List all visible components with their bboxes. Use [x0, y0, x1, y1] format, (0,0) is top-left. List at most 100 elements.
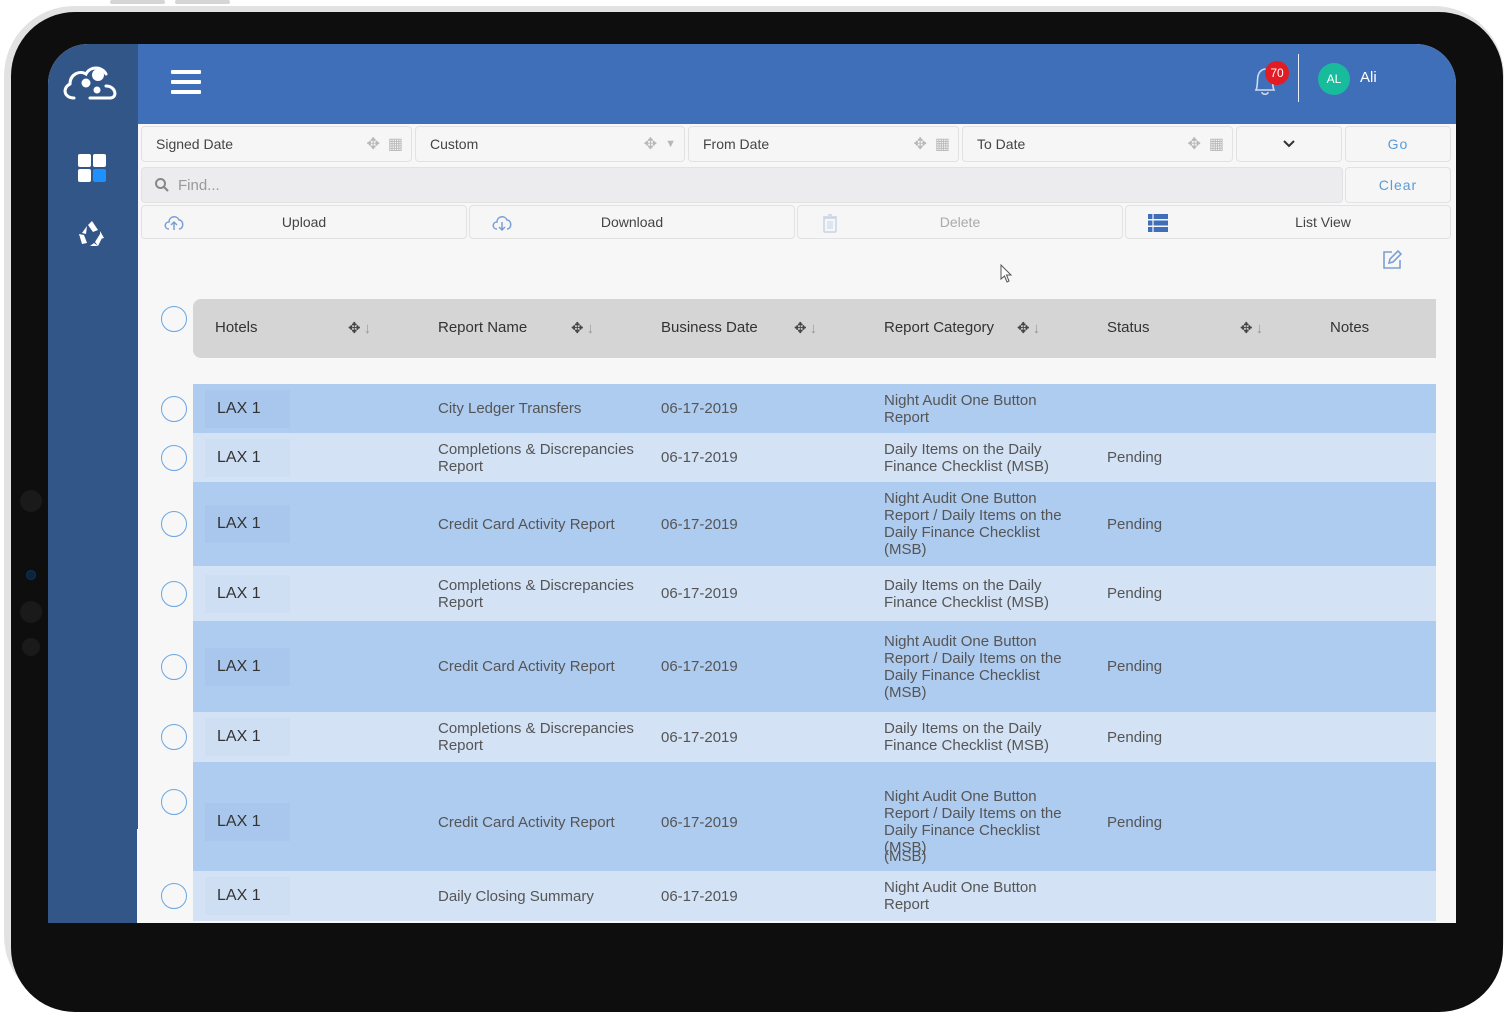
- row-checkbox[interactable]: [161, 724, 187, 750]
- sort-arrow-icon[interactable]: ↓: [810, 320, 818, 337]
- upload-button[interactable]: Upload: [141, 205, 467, 239]
- column-hotels-controls[interactable]: ✥ ↓: [348, 319, 371, 337]
- status-cell: Pending: [1107, 515, 1163, 533]
- list-view-label: List View: [1295, 214, 1351, 230]
- status-cell: Pending: [1107, 585, 1163, 602]
- business-date-cell: 06-17-2019: [661, 887, 738, 905]
- status-cell: Pending: [1107, 813, 1163, 831]
- sort-arrow-icon[interactable]: ↓: [364, 320, 372, 337]
- caret-down-icon[interactable]: ▼: [665, 138, 676, 150]
- edit-icon[interactable]: [1380, 248, 1404, 272]
- report-category-cell: Daily Items on the Daily Finance Checkli…: [884, 576, 1050, 611]
- table-row[interactable]: LAX 1 City Ledger Transfers 06-17-2019 Nigh…: [193, 384, 1436, 433]
- hotel-cell: LAX 1: [205, 877, 290, 915]
- download-label: Download: [600, 214, 664, 230]
- column-header-status[interactable]: Status: [1107, 319, 1150, 336]
- mouse-cursor-icon: [1000, 264, 1013, 283]
- expand-dropdown[interactable]: [1236, 126, 1342, 162]
- move-icon[interactable]: ✥: [644, 134, 657, 154]
- row-checkbox[interactable]: [161, 511, 187, 537]
- column-report-category-controls[interactable]: ✥ ↓: [1017, 319, 1040, 337]
- business-date-cell: 06-17-2019: [661, 515, 738, 533]
- clear-button[interactable]: Clear: [1345, 167, 1451, 203]
- upload-label: Upload: [281, 214, 327, 230]
- table-row[interactable]: LAX 1 Completions & Discrepancies Report 0…: [193, 712, 1436, 762]
- from-date-field[interactable]: From Date ✥ ▦: [688, 126, 959, 162]
- report-category-cell: Night Audit One Button Report: [884, 879, 1037, 913]
- to-date-field[interactable]: To Date ✥ ▦: [962, 126, 1233, 162]
- report-category-cell: Night Audit One Button Report / Daily It…: [884, 632, 1062, 701]
- calendar-icon[interactable]: ▦: [1209, 134, 1224, 154]
- row-checkbox[interactable]: [161, 395, 187, 422]
- sort-arrow-icon[interactable]: ↓: [1256, 320, 1264, 337]
- report-name-cell: Credit Card Activity Report: [438, 813, 615, 831]
- user-name[interactable]: Ali: [1360, 69, 1377, 86]
- table-header: Hotels ✥ ↓ Report Name ✥ ↓ Business Date ✥…: [193, 299, 1436, 358]
- top-bar: 70 AL Ali: [138, 44, 1456, 124]
- date-range-select[interactable]: Custom ✥ ▼: [415, 126, 685, 162]
- status-cell: Pending: [1107, 658, 1163, 675]
- hotel-cell: LAX 1: [205, 574, 290, 613]
- notification-badge[interactable]: 70: [1265, 61, 1289, 85]
- column-header-business-date[interactable]: Business Date: [661, 319, 758, 336]
- move-icon[interactable]: ✥: [913, 134, 926, 154]
- list-view-button[interactable]: List View: [1125, 205, 1451, 239]
- hotel-cell: LAX 1: [205, 647, 290, 686]
- row-checkbox[interactable]: [161, 883, 187, 909]
- column-header-report-category[interactable]: Report Category: [884, 319, 994, 336]
- hotel-cell: LAX 1: [205, 803, 290, 841]
- select-all-checkbox[interactable]: [161, 306, 187, 332]
- calendar-icon[interactable]: ▦: [935, 134, 950, 154]
- column-report-name-controls[interactable]: ✥ ↓: [571, 319, 594, 337]
- sort-arrow-icon[interactable]: ↓: [587, 320, 595, 337]
- menu-icon[interactable]: [171, 70, 201, 96]
- row-checkbox[interactable]: [161, 580, 187, 607]
- status-cell: Pending: [1107, 449, 1163, 466]
- move-icon[interactable]: ✥: [366, 134, 379, 154]
- hotel-cell: LAX 1: [205, 389, 290, 428]
- report-name-cell: Completions & Discrepancies Report: [438, 440, 634, 475]
- column-header-hotels[interactable]: Hotels: [215, 319, 258, 336]
- recycle-icon[interactable]: [76, 218, 108, 250]
- signed-date-label: Signed Date: [156, 136, 234, 152]
- column-header-notes[interactable]: Notes: [1330, 319, 1369, 336]
- dashboard-icon[interactable]: [76, 152, 108, 184]
- cloud-download-icon: [492, 216, 512, 232]
- table-row[interactable]: LAX 1 Credit Card Activity Report 06-17-20…: [193, 621, 1436, 712]
- list-view-icon: [1148, 214, 1168, 232]
- column-business-date-controls[interactable]: ✥ ↓: [794, 319, 817, 337]
- custom-label: Custom: [430, 136, 479, 152]
- delete-label: Delete: [939, 214, 981, 230]
- row-checkbox[interactable]: [161, 653, 187, 680]
- header-divider: [1298, 54, 1299, 102]
- table-row[interactable]: LAX 1 Completions & Discrepancies Report 0…: [193, 566, 1436, 621]
- report-category-cell: Daily Items on the Daily Finance Checkli…: [884, 440, 1050, 475]
- table-row[interactable]: LAX 1 Credit Card Activity Report 06-17-20…: [193, 762, 1436, 871]
- table-row[interactable]: LAX 1 Daily Closing Summary 06-17-2019 Nigh…: [193, 871, 1436, 921]
- search-input[interactable]: Find...: [141, 167, 1343, 203]
- column-status-controls[interactable]: ✥ ↓: [1240, 319, 1263, 337]
- sidebar-lower: [48, 829, 137, 923]
- report-category-cell: Night Audit One Button Report: [884, 391, 1037, 426]
- cloud-logo-icon[interactable]: [60, 60, 122, 104]
- go-button[interactable]: Go: [1345, 126, 1451, 162]
- search-placeholder: Find...: [178, 176, 220, 194]
- search-icon: [155, 178, 169, 192]
- sensor: [20, 490, 42, 512]
- device-button: [110, 0, 165, 4]
- report-category-cell: Daily Items on the Daily Finance Checkli…: [884, 720, 1050, 754]
- download-button[interactable]: Download: [469, 205, 795, 239]
- table-row[interactable]: LAX 1 Completions & Discrepancies Report 0…: [193, 433, 1436, 482]
- avatar[interactable]: AL: [1318, 63, 1350, 95]
- report-name-cell: Completions & Discrepancies Report: [438, 720, 634, 754]
- sort-arrow-icon[interactable]: ↓: [1033, 320, 1041, 337]
- column-header-report-name[interactable]: Report Name: [438, 319, 527, 336]
- move-icon[interactable]: ✥: [1187, 134, 1200, 154]
- report-name-cell: Credit Card Activity Report: [438, 658, 615, 675]
- calendar-icon[interactable]: ▦: [388, 134, 403, 154]
- table-row[interactable]: LAX 1 Credit Card Activity Report 06-17-20…: [193, 482, 1436, 566]
- row-checkbox[interactable]: [161, 444, 187, 471]
- signed-date-select[interactable]: Signed Date ✥ ▦: [141, 126, 412, 162]
- row-checkbox[interactable]: [161, 788, 187, 815]
- delete-button[interactable]: Delete: [797, 205, 1123, 239]
